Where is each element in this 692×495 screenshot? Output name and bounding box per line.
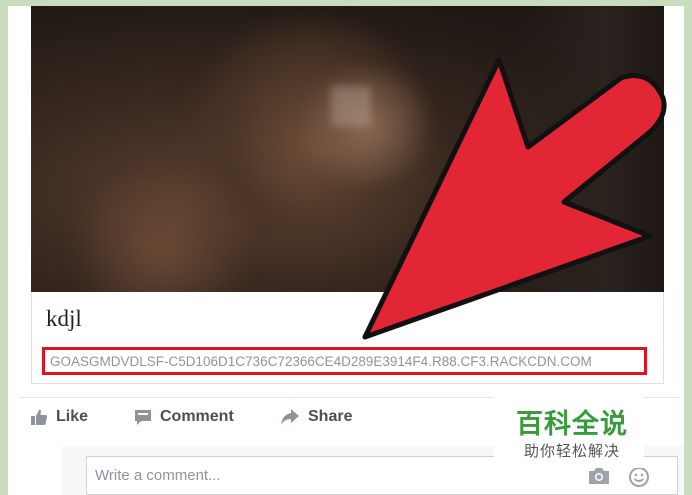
share-button[interactable]: Share: [280, 408, 352, 426]
comment-label: Comment: [160, 408, 234, 425]
comment-button[interactable]: Comment: [134, 408, 234, 426]
comment-bubble-icon: [135, 410, 151, 425]
watermark-title: 百科全说: [516, 409, 628, 440]
emoji-icon[interactable]: [628, 466, 650, 488]
blurred-highlight-region: [291, 66, 441, 186]
share-label: Share: [308, 408, 353, 425]
camera-icon[interactable]: [588, 468, 610, 484]
comment-placeholder: Write a comment...: [95, 467, 221, 484]
link-url[interactable]: GOASGMDVDLSF-C5D106D1C736C72366CE4D289E3…: [50, 354, 592, 369]
blurred-bright-spot: [331, 86, 371, 126]
share-arrow-icon: [281, 409, 299, 425]
watermark-subtitle: 助你轻松解决: [524, 442, 621, 460]
shared-link-preview-image[interactable]: [31, 6, 664, 292]
watermark-badge: 百科全说 助你轻松解决: [494, 396, 644, 468]
like-label: Like: [56, 408, 89, 425]
link-title[interactable]: kdjl: [46, 306, 82, 332]
url-highlight-box: GOASGMDVDLSF-C5D106D1C736C72366CE4D289E3…: [42, 347, 647, 375]
link-preview-card[interactable]: kdjl GOASGMDVDLSF-C5D106D1C736C72366CE4D…: [31, 292, 664, 384]
blurred-dark-edge: [511, 6, 664, 292]
thumbs-up-icon: [31, 409, 48, 425]
like-button[interactable]: Like: [30, 408, 88, 426]
